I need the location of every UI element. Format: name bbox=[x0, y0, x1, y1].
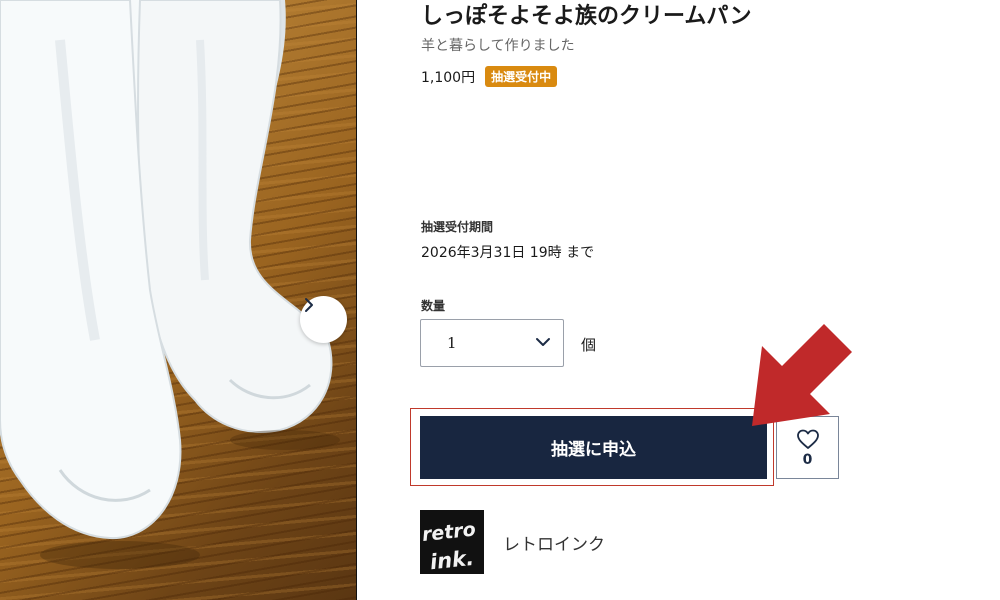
quantity-unit: 個 bbox=[581, 336, 597, 354]
apply-lottery-button[interactable]: 抽選に申込 bbox=[420, 416, 767, 479]
chevron-down-icon bbox=[536, 338, 550, 346]
chevron-right-icon bbox=[305, 298, 313, 312]
shop-name-link[interactable]: レトロインク bbox=[503, 530, 605, 555]
price-row: 1,100円 抽選受付中 bbox=[421, 66, 558, 87]
lottery-period-label: 抽選受付期間 bbox=[421, 220, 494, 234]
next-image-button[interactable] bbox=[300, 296, 347, 343]
status-badge: 抽選受付中 bbox=[485, 66, 558, 87]
quantity-value: 1 bbox=[447, 334, 457, 352]
retro-ink-logo: retro ink. bbox=[420, 510, 484, 574]
product-title: しっぽそよそよ族のクリームパン bbox=[421, 4, 752, 29]
svg-text:ink.: ink. bbox=[429, 546, 475, 574]
product-price: 1,100円 bbox=[421, 69, 476, 86]
like-count: 0 bbox=[802, 451, 813, 468]
product-subtitle: 羊と暮らして作りました bbox=[421, 38, 575, 54]
quantity-select[interactable]: 1 bbox=[420, 319, 564, 367]
quantity-label: 数量 bbox=[421, 299, 446, 313]
lottery-period-value: 2026年3月31日 19時 まで bbox=[421, 245, 595, 261]
product-image bbox=[0, 0, 356, 600]
like-button[interactable]: 0 bbox=[776, 416, 839, 479]
image-divider bbox=[356, 0, 357, 600]
shop-logo[interactable]: retro ink. bbox=[420, 510, 484, 574]
heart-icon bbox=[796, 429, 819, 449]
